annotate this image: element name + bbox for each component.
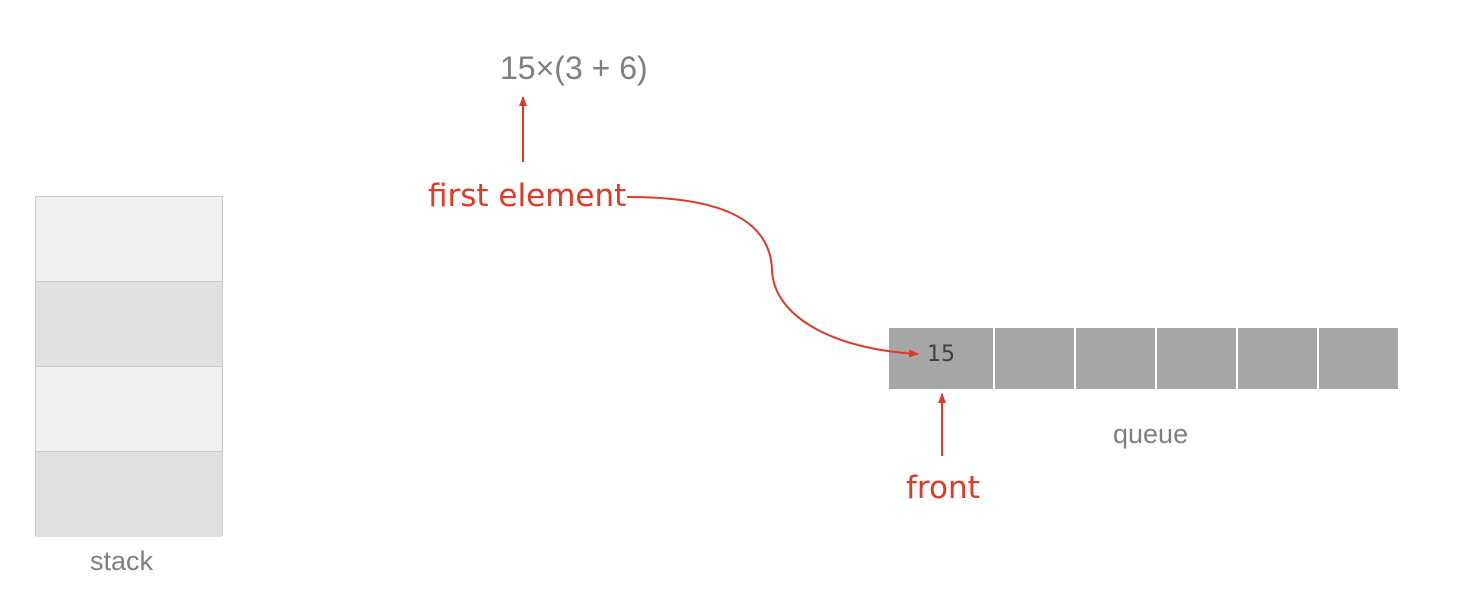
curved-arrow-to-queue <box>626 196 919 358</box>
diagram-canvas: 15×(3 + 6) first element stack 15 queue … <box>0 0 1460 604</box>
arrows-overlay <box>519 96 946 456</box>
